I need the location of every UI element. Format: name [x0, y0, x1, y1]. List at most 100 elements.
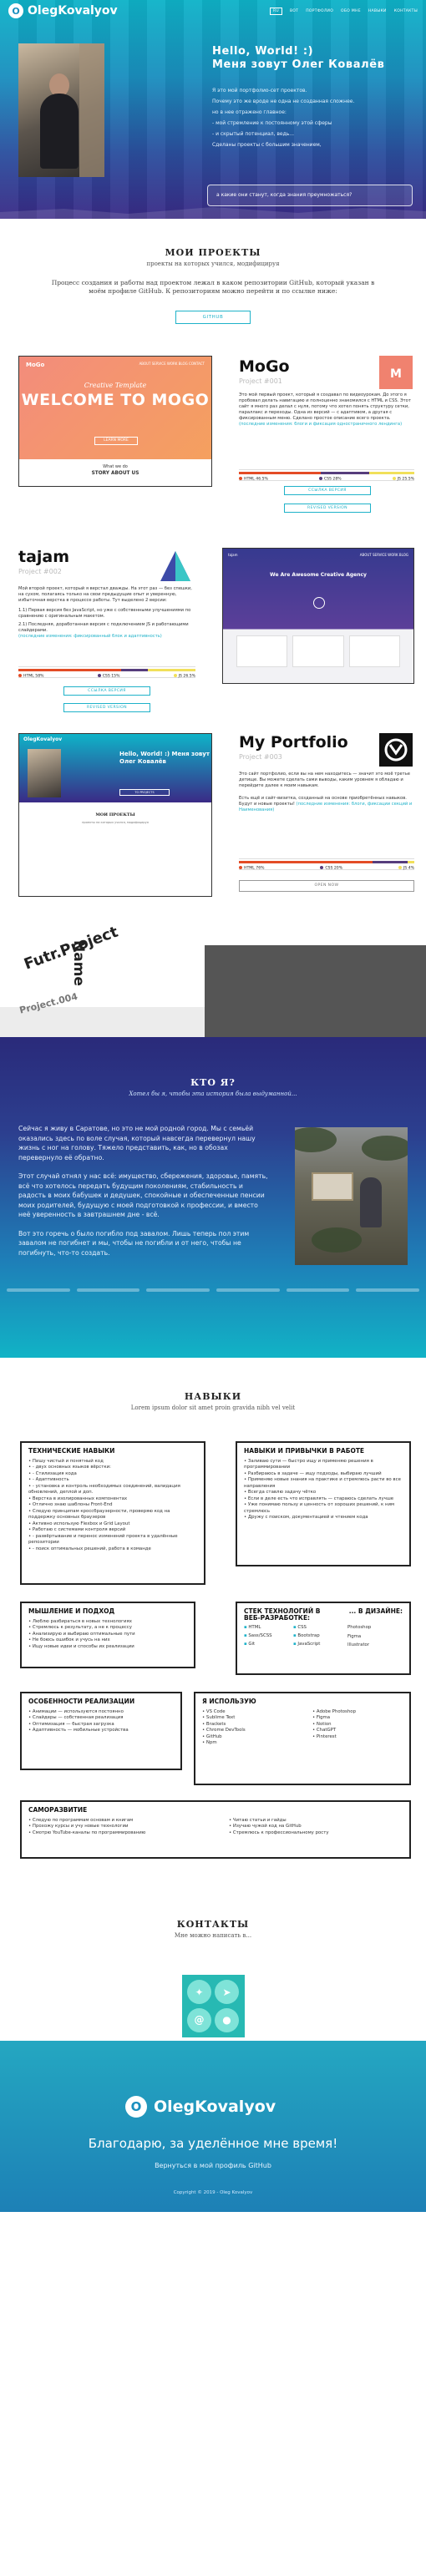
- language-bar: HTML 58% CSS 15% JS 26.5%: [18, 666, 195, 679]
- tool-item: Figma: [312, 1715, 356, 1722]
- tajam-logo-icon: [160, 551, 190, 581]
- preview-card: [236, 635, 288, 667]
- skill-item: Заливаю сути — быстро ищу и применяю реш…: [244, 1459, 403, 1471]
- project-changes-link[interactable]: (последние изменения: фиксированный блок…: [18, 634, 195, 640]
- skill-item: Анимации — используются постоянно: [28, 1709, 174, 1716]
- self-item: Стремлюсь к профессиональному росту: [229, 1830, 329, 1837]
- divider-segment: [146, 1288, 210, 1292]
- hero-title: Hello, World! :) Меня зовут Олег Ковалёв: [212, 45, 384, 72]
- preview-section-desc: проекты на которых учился, модифицируя: [82, 821, 149, 824]
- skill-item: Активно использую Flexbox и Grid Layout: [28, 1521, 197, 1528]
- project-card-tajam: tajam Project #002 Мой второй проект, ко…: [0, 548, 426, 733]
- email-icon[interactable]: @: [187, 2007, 211, 2032]
- lang-fill-html: [239, 472, 321, 474]
- skill-card-title-design: ... В ДИЗАЙНЕ:: [348, 1607, 403, 1615]
- contacts-title: КОНТАКТЫ: [176, 1919, 250, 1930]
- photo-building: [79, 43, 104, 177]
- hero-section: O OlegKovalyov RU BOT ПОРТФОЛИО ОБО МНЕ …: [0, 0, 426, 219]
- preview-section-title: МОИ ПРОЕКТЫ: [95, 812, 135, 817]
- projects-description: Процесс создания и работы над проектом л…: [51, 279, 375, 295]
- nav-link-skills[interactable]: НАВЫКИ: [368, 9, 387, 13]
- lang-name: CSS: [323, 477, 332, 482]
- project-preview-portfolio[interactable]: OlegKovalyov Hello, World! :) Меня зовут…: [18, 733, 212, 897]
- skill-card-work: НАВЫКИ И ПРИВЫЧКИ В РАБОТЕ Заливаю сути …: [236, 1441, 411, 1566]
- language-switch[interactable]: RU: [270, 7, 283, 15]
- language-bar: HTML 76% CSS 20% JS 4%: [239, 858, 414, 871]
- nav-links: RU BOT ПОРТФОЛИО ОБО МНЕ НАВЫКИ КОНТАКТЫ: [270, 7, 418, 15]
- divider-segment: [356, 1288, 420, 1292]
- project-link-button[interactable]: ССЫЛКА ВЕРСИЯ: [63, 686, 150, 696]
- lang-pct: 76%: [256, 866, 265, 871]
- lang-pct: 46.5%: [256, 477, 268, 482]
- photo-frame: [312, 1172, 353, 1201]
- nav-link-contacts[interactable]: КОНТАКТЫ: [394, 9, 418, 13]
- github-button[interactable]: GITHUB: [175, 311, 251, 324]
- lang-name: JS: [397, 477, 401, 482]
- about-paragraph: Этот случай отнял у нас всё: имущество, …: [18, 1172, 268, 1218]
- portfolio-logo-icon: [379, 733, 413, 767]
- project-revised-button[interactable]: REVISED VERSION: [63, 703, 150, 712]
- skill-item: Оптимизация — быстрая загрузка: [28, 1722, 174, 1728]
- project-revised-button[interactable]: REVISED VERSION: [284, 504, 371, 513]
- divider-segment: [7, 1288, 70, 1292]
- tool-item: Notion: [312, 1722, 356, 1728]
- hero-text: Я это мой портфолио-сет проектов. Почему…: [212, 85, 413, 150]
- skill-card-title: ТЕХНИЧЕСКИЕ НАВЫКИ: [28, 1447, 115, 1455]
- about-paragraph: Вот это горечь о было погибло под завало…: [18, 1229, 250, 1257]
- skill-card-thinking: МЫШЛЕНИЕ И ПОДХОД Люблю разбираться в но…: [20, 1602, 195, 1668]
- lang-name: CSS: [325, 866, 333, 871]
- lang-pct: 25.5%: [402, 477, 414, 482]
- github-icon[interactable]: ●: [215, 2007, 239, 2032]
- brand[interactable]: O OlegKovalyov: [8, 3, 118, 18]
- project-changes-link[interactable]: (последние изменения: блоги и фиксация о…: [239, 422, 402, 427]
- footer-thanks: Благодарю, за уделённое мне время!: [88, 2136, 338, 2151]
- project-preview-tajam[interactable]: tajam ABOUT SERVICE WORK BLOG We Are Awe…: [222, 548, 414, 684]
- tech-item: Figma: [347, 1633, 362, 1639]
- preview-menu: ABOUT SERVICE WORK BLOG: [359, 553, 408, 557]
- skill-item: Слайдеры — собственная реализация: [28, 1715, 174, 1722]
- nav-link-bot[interactable]: BOT: [290, 9, 298, 13]
- project-preview-mogo[interactable]: MoGo ABOUT SERVICE WORK BLOG CONTACT Cre…: [18, 356, 212, 487]
- preview-footer-line2: STORY ABOUT US: [91, 471, 139, 476]
- nav-link-about[interactable]: ОБО МНЕ: [341, 9, 361, 13]
- open-now-button[interactable]: OPEN NOW: [239, 880, 414, 892]
- project-name: tajam: [18, 548, 70, 566]
- footer-brand[interactable]: O OlegKovalyov: [125, 2096, 276, 2118]
- html-dot-icon: [18, 674, 22, 677]
- preview-card: [292, 635, 344, 667]
- lang-js: JS 25.5%: [392, 477, 414, 482]
- telegram-icon[interactable]: ➤: [215, 1980, 239, 2004]
- skill-card-tech: ТЕХНИЧЕСКИЕ НАВЫКИ Пишу чистый и понятны…: [20, 1441, 205, 1585]
- project-name: MoGo: [239, 357, 290, 376]
- lang-pct: 15%: [111, 674, 120, 679]
- hero-paragraph: Почему это же вроде не одна не созданная…: [212, 99, 355, 104]
- hero-paragraph: Я это мой портфолио-сет проектов.: [212, 88, 307, 94]
- tech-item: Illustrator: [347, 1642, 370, 1647]
- project-number: Project #001: [239, 377, 282, 385]
- self-list: Следую по программам основам и книгам Пр…: [28, 1818, 212, 1837]
- vk-icon[interactable]: ✦: [187, 1980, 211, 2004]
- lang-html: HTML 76%: [239, 866, 264, 871]
- banner-dark-block: [205, 945, 426, 1037]
- self-item: Читаю статьи и гайды: [229, 1818, 329, 1824]
- lang-fill-js: [369, 472, 414, 474]
- skill-item: Адаптивность — мобильные устройства: [28, 1728, 174, 1734]
- skill-item: Применяю новые знания на практике и стре…: [244, 1477, 403, 1490]
- lang-fill-js: [147, 669, 195, 671]
- lang-name: HTML: [244, 866, 255, 871]
- footer: O OlegKovalyov Благодарю, за уделённое м…: [0, 2041, 426, 2212]
- skill-card-title: МЫШЛЕНИЕ И ПОДХОД: [28, 1607, 115, 1615]
- nav-link-portfolio[interactable]: ПОРТФОЛИО: [306, 9, 333, 13]
- lang-fill-html: [18, 669, 121, 671]
- preview-lower: What we do STORY ABOUT US: [19, 459, 211, 486]
- logo-icon: O: [125, 2096, 147, 2118]
- lang-css: CSS 15%: [97, 674, 120, 679]
- project-link-button[interactable]: ССЫЛКА ВЕРСИЯ: [284, 486, 371, 495]
- tool-item: Pinterest: [312, 1734, 356, 1741]
- tech-item: Git: [244, 1642, 287, 1648]
- skill-card-tools: Я ИСПОЛЬЗУЮ VS Code Sublime Text Bracket…: [194, 1692, 411, 1785]
- lang-js: JS 4%: [398, 866, 414, 871]
- skill-item: Разбираюсь в задаче — ищу подходы, выбир…: [244, 1471, 403, 1478]
- lang-js: JS 26.5%: [173, 674, 195, 679]
- footer-github-link[interactable]: Вернуться в мой профиль GitHub: [0, 2162, 426, 2169]
